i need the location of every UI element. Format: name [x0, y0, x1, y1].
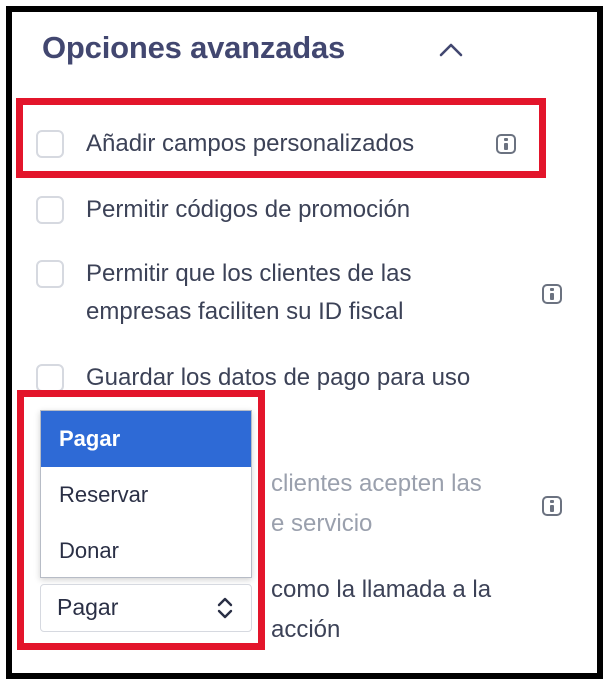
terms-label-line2: e servicio	[271, 510, 373, 537]
info-icon[interactable]	[542, 284, 562, 304]
highlight-box-dropdown	[17, 390, 265, 650]
section-title: Opciones avanzadas	[42, 30, 346, 65]
promo-codes-label: Permitir códigos de promoción	[86, 196, 411, 223]
save-payment-checkbox[interactable]	[36, 364, 64, 392]
cta-label-line1: como la llamada a la	[271, 576, 492, 603]
tax-id-label-line1: Permitir que los clientes de las	[86, 260, 412, 287]
option-tax-id[interactable]: Permitir que los clientes de las empresa…	[36, 252, 576, 334]
screenshot-frame: Opciones avanzadas Añadir campos persona…	[6, 6, 603, 679]
promo-codes-checkbox[interactable]	[36, 196, 64, 224]
option-promo-codes[interactable]: Permitir códigos de promoción	[36, 188, 576, 232]
tax-id-checkbox[interactable]	[36, 260, 64, 288]
highlight-box-custom-fields	[16, 98, 546, 178]
terms-label-line1: clientes acepten las	[271, 470, 482, 497]
tax-id-label-line2: empresas faciliten su ID fiscal	[86, 298, 404, 325]
chevron-up-icon[interactable]	[438, 42, 464, 58]
info-icon[interactable]	[542, 496, 562, 516]
cta-label-line2: acción	[271, 616, 341, 643]
